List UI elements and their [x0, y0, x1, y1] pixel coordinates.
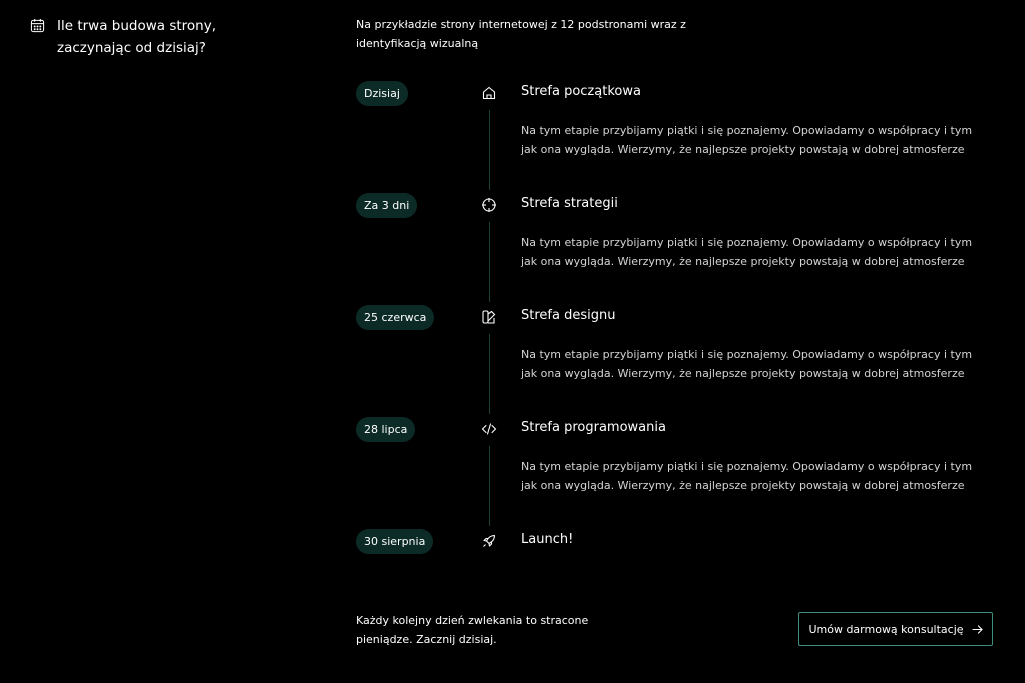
stage-title: Strefa programowania [521, 420, 666, 435]
stage-description: Na tym etapie przybijamy piątki i się po… [521, 124, 973, 156]
code-icon [481, 423, 497, 435]
date-badge: 30 sierpnia [356, 529, 434, 554]
design-icon [482, 310, 496, 324]
date-badge: 28 lipca [356, 417, 416, 442]
home-icon [482, 86, 496, 100]
timeline-stage: 30 sierpnia Launch! [356, 529, 996, 559]
timeline: Dzisiaj Strefa początkowa Na tym etapie … [356, 81, 996, 559]
timeline-connector [489, 110, 490, 190]
timeline-stage: Za 3 dni Strefa strategii Na tym etapie … [356, 193, 996, 305]
stage-description: Na tym etapie przybijamy piątki i się po… [521, 348, 973, 380]
timeline-connector [489, 334, 490, 414]
footer-text: Każdy kolejny dzień zwlekania to stracon… [356, 614, 589, 646]
stage-title: Launch! [521, 532, 574, 547]
timeline-stage: 28 lipca Strefa programowania Na tym eta… [356, 417, 996, 529]
stage-title: Strefa designu [521, 308, 616, 323]
book-consultation-button[interactable]: Umów darmową konsultację [798, 612, 993, 646]
stage-title: Strefa strategii [521, 196, 618, 211]
section-heading: Ile trwa budowa strony, zaczynając od dz… [30, 15, 227, 59]
stage-description: Na tym etapie przybijamy piątki i się po… [521, 460, 973, 492]
timeline-connector [489, 222, 490, 302]
stage-description: Na tym etapie przybijamy piątki i się po… [521, 236, 973, 268]
page-title: Ile trwa budowa strony, zaczynając od dz… [57, 18, 217, 56]
crosshair-icon [482, 198, 496, 212]
date-badge: Dzisiaj [356, 81, 408, 106]
intro-text: Na przykładzie strony internetowej z 12 … [356, 18, 686, 50]
timeline-stage: Dzisiaj Strefa początkowa Na tym etapie … [356, 81, 996, 193]
calendar-icon [30, 18, 45, 33]
timeline-connector [489, 446, 490, 526]
date-badge: 25 czerwca [356, 305, 435, 330]
stage-title: Strefa początkowa [521, 84, 641, 99]
date-badge: Za 3 dni [356, 193, 418, 218]
timeline-stage: 25 czerwca Strefa designu Na tym etapie … [356, 305, 996, 417]
rocket-icon [483, 534, 496, 547]
button-label: Umów darmową konsultację [808, 622, 964, 636]
arrow-right-icon [971, 624, 983, 634]
